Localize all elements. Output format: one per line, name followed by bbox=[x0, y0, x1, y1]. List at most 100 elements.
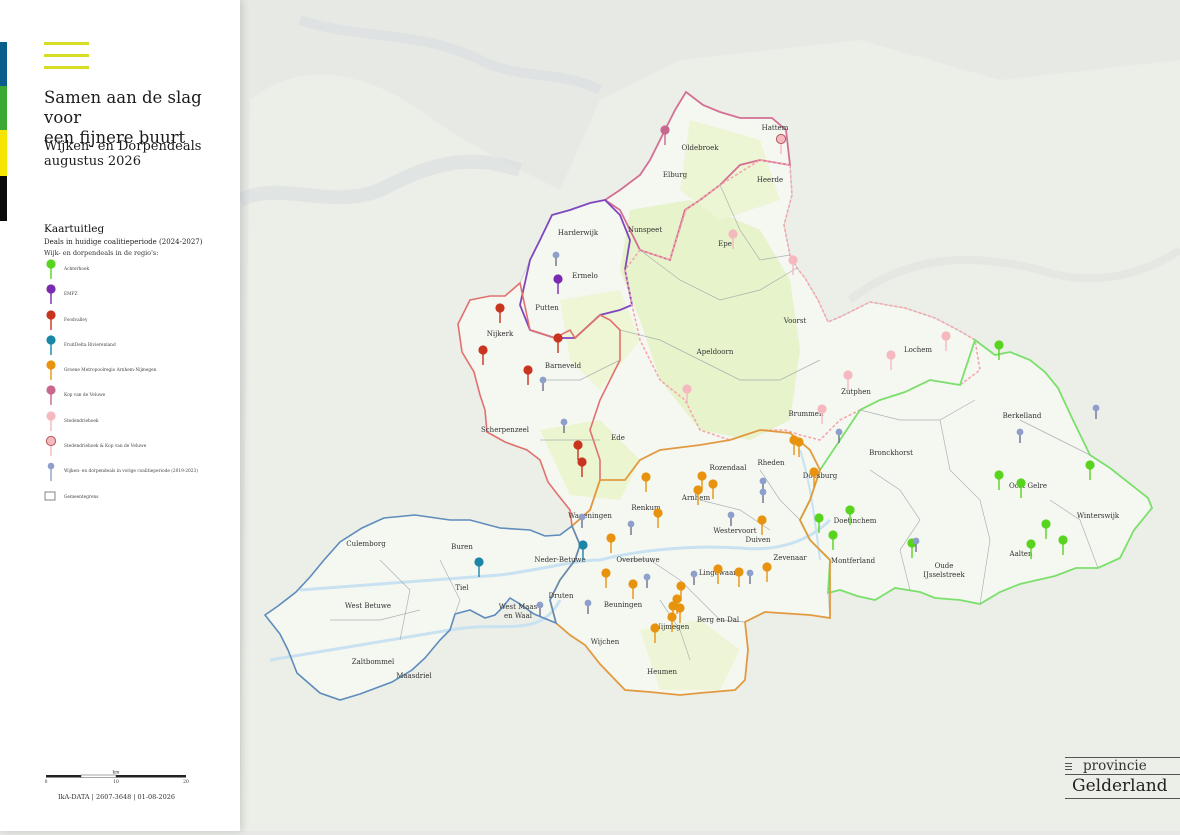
place-label: Maasdriel bbox=[396, 672, 432, 680]
place-label: Heumen bbox=[647, 668, 678, 676]
legend-list: Achterhoek EMFZ Foodvalley FruitDelta Rivie… bbox=[44, 258, 234, 511]
map-pin-icon bbox=[46, 360, 56, 381]
map-pin-icon bbox=[46, 335, 56, 355]
legend-item: Foodvalley bbox=[44, 309, 234, 334]
place-label: Rozendaal bbox=[710, 464, 748, 472]
legend-item: Stedendriehoek bbox=[44, 410, 234, 435]
legend-item-label: Groene Metropoolregio Arnhem-Nijmegen bbox=[64, 368, 157, 374]
legend-item-label: Kop van de Veluwe bbox=[64, 393, 106, 399]
legend-item: Gemeentegrens bbox=[44, 486, 234, 511]
legend-item: Stedendriehoek & Kop van de Veluwe bbox=[44, 435, 234, 460]
legend-item-label: Achterhoek bbox=[64, 267, 90, 272]
place-label: Ede bbox=[611, 434, 625, 442]
sidebar: Samen aan de slag voor een fijnere buurt… bbox=[0, 0, 240, 831]
logo-line-2: Gelderland bbox=[1072, 776, 1168, 796]
brand-stripe-blue bbox=[0, 42, 7, 86]
scale-tick-10: 10 bbox=[113, 779, 119, 785]
map-pin-icon bbox=[46, 411, 56, 431]
map-pin-icon bbox=[46, 385, 56, 406]
map-pin-icon bbox=[46, 259, 56, 279]
provincie-gelderland-logo: provincie Gelderland bbox=[1065, 757, 1180, 799]
place-label: Rheden bbox=[757, 459, 785, 467]
place-label: Zutphen bbox=[841, 388, 871, 396]
map-view[interactable]: Hattem Oldebroek Elburg Heerde Nunspeet Harde… bbox=[236, 0, 1180, 831]
title-line-1: Samen aan de slag voor bbox=[44, 88, 202, 127]
place-label: Aalten bbox=[1009, 550, 1033, 558]
scale-unit: km bbox=[113, 770, 121, 776]
legend-item-label: FruitDelta Rivierenland bbox=[64, 342, 116, 348]
subtitle-line-1: Wijken- en Dorpendeals bbox=[44, 139, 202, 154]
legend-heading: Kaartuitleg bbox=[44, 223, 105, 235]
subtitle-line-2: augustus 2026 bbox=[44, 154, 141, 169]
map-pin-icon bbox=[46, 309, 56, 330]
logo-line-1: provincie bbox=[1083, 758, 1147, 774]
place-label: Wijchen bbox=[591, 638, 620, 646]
place-label: Nijkerk bbox=[487, 330, 514, 338]
hamburger-icon[interactable] bbox=[44, 42, 89, 78]
legend-item: Achterhoek bbox=[44, 258, 234, 283]
place-label: Oost Gelre bbox=[1009, 482, 1047, 490]
place-label: Overbetuwe bbox=[616, 556, 659, 564]
place-label: Elburg bbox=[663, 171, 688, 179]
place-label: Nunspeet bbox=[628, 226, 663, 234]
legend-subheading: Deals in huidige coalitieperiode (2024-2… bbox=[44, 238, 203, 246]
map-canvas[interactable]: Hattem Oldebroek Elburg Heerde Nunspeet Harde… bbox=[236, 0, 1180, 831]
place-label: Barneveld bbox=[545, 362, 582, 370]
boundary-box-icon bbox=[44, 491, 56, 501]
place-label: Druten bbox=[549, 592, 574, 600]
brand-stripe-green bbox=[0, 86, 7, 130]
place-label: West Betuwe bbox=[345, 602, 391, 610]
legend-item-label: Wijken- en dorpendeals in vorige coaliti… bbox=[64, 469, 198, 475]
place-label: Tiel bbox=[455, 584, 469, 592]
place-label: Doesburg bbox=[803, 472, 838, 480]
place-label: Harderwijk bbox=[558, 229, 599, 237]
place-label: Hattem bbox=[762, 124, 789, 132]
data-credit: IkA-DATA | 2607-3648 | 01-08-2026 bbox=[58, 793, 176, 801]
legend-item: FruitDelta Rivierenland bbox=[44, 334, 234, 359]
place-label: Oldebroek bbox=[681, 144, 719, 152]
place-label: Doetinchem bbox=[834, 517, 877, 525]
place-label: West Maas en Waal bbox=[499, 603, 538, 620]
place-label: Epe bbox=[718, 240, 732, 248]
place-label: Westervoort bbox=[713, 527, 756, 535]
legend-item-label: Stedendriehoek bbox=[64, 418, 99, 424]
place-label: Putten bbox=[535, 304, 559, 312]
legend-item-label: Gemeentegrens bbox=[64, 494, 99, 500]
place-label: Scherpenzeel bbox=[481, 426, 530, 434]
map-pin-icon bbox=[47, 463, 55, 482]
legend-item-label: Stedendriehoek & Kop van de Veluwe bbox=[64, 444, 147, 450]
place-label: Lochem bbox=[904, 346, 932, 354]
legend-item-label: EMFZ bbox=[64, 292, 78, 298]
place-label: Buren bbox=[451, 543, 473, 551]
brand-stripe-yellow bbox=[0, 130, 7, 176]
place-label: Neder-Betuwe bbox=[534, 556, 585, 564]
legend-item: Wijken- en dorpendeals in vorige coaliti… bbox=[44, 460, 234, 485]
legend-item: Groene Metropoolregio Arnhem-Nijmegen bbox=[44, 359, 234, 384]
place-label: Berkelland bbox=[1003, 412, 1042, 420]
place-label: Berg en Dal bbox=[697, 616, 740, 624]
place-label: Culemborg bbox=[346, 540, 386, 548]
place-label: Bronckhorst bbox=[869, 449, 913, 457]
scale-tick-20: 20 bbox=[183, 779, 189, 785]
place-label: Zaltbommel bbox=[352, 658, 395, 666]
place-label: Wageningen bbox=[568, 512, 612, 520]
place-label: Heerde bbox=[757, 176, 783, 184]
map-pin-icon bbox=[45, 435, 57, 457]
place-label: Arnhem bbox=[681, 494, 711, 502]
place-label: Ermelo bbox=[572, 272, 598, 280]
place-label: Duiven bbox=[746, 536, 771, 544]
place-label: Voorst bbox=[783, 317, 807, 325]
legend-item: EMFZ bbox=[44, 283, 234, 308]
place-label: Beuningen bbox=[604, 601, 643, 609]
place-label: Apeldoorn bbox=[696, 348, 734, 356]
map-pin-icon bbox=[46, 284, 56, 305]
place-label: Montferland bbox=[831, 557, 876, 565]
legend-group-label: Wijk- en dorpendeals in de regio's: bbox=[44, 249, 159, 257]
legend-item: Kop van de Veluwe bbox=[44, 384, 234, 409]
scale-bar: km 0 10 20 bbox=[45, 770, 189, 785]
place-label: Winterswijk bbox=[1077, 512, 1120, 520]
scale-tick-0: 0 bbox=[45, 779, 48, 785]
legend-item-label: Foodvalley bbox=[64, 317, 88, 323]
page-subtitle: Wijken- en Dorpendeals augustus 2026 bbox=[44, 139, 234, 169]
place-label: Zevenaar bbox=[773, 554, 807, 562]
